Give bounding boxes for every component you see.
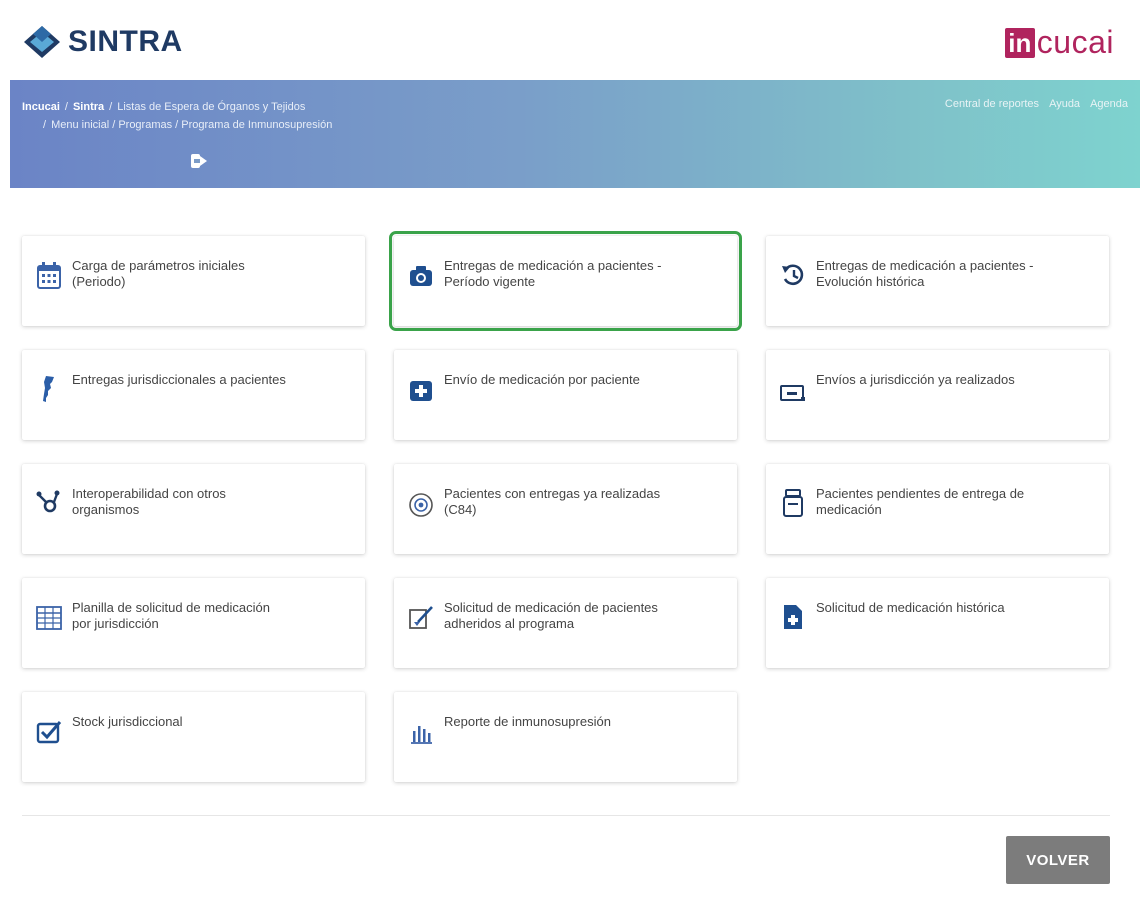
card-entregas-jurisdiccionales[interactable]: Entregas jurisdiccionales a pacientes bbox=[22, 350, 365, 440]
card-label: Planilla de solicitud de medicación por … bbox=[72, 600, 271, 631]
checkbox-icon bbox=[36, 721, 62, 744]
incucai-logo[interactable]: in cucai bbox=[1004, 24, 1114, 61]
card-label: Envío de medicación por paciente bbox=[444, 372, 640, 387]
card-label: Envíos a jurisdicción ya realizados bbox=[816, 372, 1015, 387]
volver-button[interactable]: VOLVER bbox=[1006, 836, 1110, 884]
card-envios-jurisdiccion-realizados[interactable]: Envíos a jurisdicción ya realizados bbox=[766, 350, 1109, 440]
card-label: Stock jurisdiccional bbox=[72, 714, 183, 729]
card-label: Pacientes con entregas ya realizadas (C8… bbox=[444, 486, 661, 517]
card-label: Solicitud de medicación histórica bbox=[816, 600, 1005, 615]
card-label: Entregas jurisdiccionales a pacientes bbox=[72, 372, 286, 387]
breadcrumb-listas[interactable]: Listas de Espera de Órganos y Tejidos bbox=[117, 101, 305, 113]
camera-icon bbox=[410, 266, 432, 286]
sintra-wordmark: SINTRA bbox=[68, 25, 183, 58]
transfer-icon bbox=[780, 385, 805, 401]
header-banner: Incucai / Sintra / Listas de Espera de Órgan… bbox=[10, 80, 1140, 188]
footer-divider bbox=[22, 815, 1110, 816]
link-agenda[interactable]: Agenda bbox=[1090, 98, 1128, 110]
breadcrumb-current-path[interactable]: Menu inicial / Programas / Programa de I… bbox=[51, 119, 332, 131]
card-label: Solicitud de medicación de pacientes adh… bbox=[444, 600, 658, 631]
top-bar: SINTRA in cucai bbox=[0, 0, 1140, 80]
card-planilla-solicitud[interactable]: Planilla de solicitud de medicación por … bbox=[22, 578, 365, 668]
module-grid: Carga de parámetros iniciales (Periodo) … bbox=[22, 231, 1110, 782]
target-icon bbox=[409, 493, 433, 517]
card-carga-parametros[interactable]: Carga de parámetros iniciales (Periodo) bbox=[22, 236, 365, 326]
link-ayuda[interactable]: Ayuda bbox=[1049, 98, 1080, 110]
bar-chart-icon bbox=[411, 726, 432, 744]
sintra-diamond-icon bbox=[24, 26, 60, 58]
top-links: Central de reportes Ayuda Agenda bbox=[945, 98, 1128, 110]
card-solicitud-historica[interactable]: Solicitud de medicación histórica bbox=[766, 578, 1109, 668]
card-label: Entregas de medicación a pacientes - Per… bbox=[444, 258, 662, 289]
card-label: Reporte de inmunosupresión bbox=[444, 714, 611, 729]
medical-document-icon bbox=[784, 605, 802, 629]
edit-form-icon bbox=[409, 606, 433, 629]
breadcrumb-incucai[interactable]: Incucai bbox=[22, 101, 60, 113]
spreadsheet-icon bbox=[36, 606, 62, 630]
card-envio-medicacion-paciente[interactable]: Envío de medicación por paciente bbox=[394, 350, 737, 440]
sintra-logo[interactable]: SINTRA bbox=[22, 24, 183, 60]
logout-icon[interactable] bbox=[190, 152, 208, 170]
hub-icon bbox=[36, 490, 60, 513]
card-pacientes-pendientes[interactable]: Pacientes pendientes de entrega de medic… bbox=[766, 464, 1109, 554]
incucai-wordmark: cucai bbox=[1036, 24, 1114, 60]
card-label: Pacientes pendientes de entrega de medic… bbox=[816, 486, 1025, 517]
card-label: Interoperabilidad con otros organismos bbox=[72, 486, 226, 517]
medical-box-icon bbox=[410, 381, 432, 401]
link-central-reportes[interactable]: Central de reportes bbox=[945, 98, 1039, 110]
card-label: Carga de parámetros iniciales (Periodo) bbox=[72, 258, 245, 289]
argentina-map-icon bbox=[43, 376, 54, 402]
calendar-icon bbox=[37, 262, 61, 289]
history-icon bbox=[782, 264, 804, 286]
breadcrumb-sintra[interactable]: Sintra bbox=[73, 101, 104, 113]
card-stock-jurisdiccional[interactable]: Stock jurisdiccional bbox=[22, 692, 365, 782]
card-entregas-periodo-vigente[interactable]: Entregas de medicación a pacientes - Per… bbox=[389, 231, 742, 331]
incucai-logo-box: in bbox=[1004, 27, 1035, 58]
card-label: Entregas de medicación a pacientes - Evo… bbox=[816, 258, 1034, 289]
card-entregas-evolucion-historica[interactable]: Entregas de medicación a pacientes - Evo… bbox=[766, 236, 1109, 326]
card-solicitud-pacientes-adheridos[interactable]: Solicitud de medicación de pacientes adh… bbox=[394, 578, 737, 668]
breadcrumb: Incucai / Sintra / Listas de Espera de Órgan… bbox=[22, 101, 333, 131]
card-interoperabilidad[interactable]: Interoperabilidad con otros organismos bbox=[22, 464, 365, 554]
card-reporte-inmunosupresion[interactable]: Reporte de inmunosupresión bbox=[394, 692, 737, 782]
pill-bottle-icon bbox=[783, 489, 803, 517]
card-pacientes-entregas-realizadas[interactable]: Pacientes con entregas ya realizadas (C8… bbox=[394, 464, 737, 554]
